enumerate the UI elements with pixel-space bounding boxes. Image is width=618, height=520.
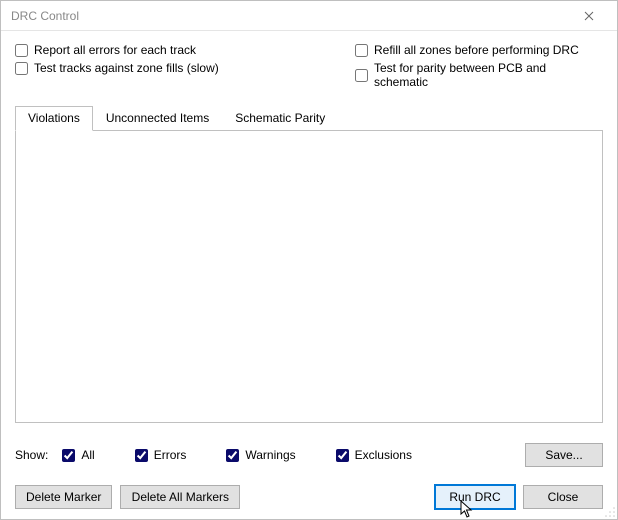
checkbox-label: Test tracks against zone fills (slow) xyxy=(34,61,219,75)
tabstrip: Violations Unconnected Items Schematic P… xyxy=(15,106,603,131)
checkbox-input[interactable] xyxy=(355,44,368,57)
tab-violations[interactable]: Violations xyxy=(15,106,93,131)
checkbox-label: Report all errors for each track xyxy=(34,43,196,57)
options-row: Report all errors for each track Test tr… xyxy=(15,43,603,89)
checkbox-label: Exclusions xyxy=(355,448,412,462)
checkbox-show-all[interactable]: All xyxy=(62,448,94,462)
show-row: Show: All Errors Warnings Exclusions Sav… xyxy=(15,443,603,467)
checkbox-input[interactable] xyxy=(355,69,368,82)
close-icon[interactable] xyxy=(569,2,609,30)
checkbox-refill[interactable]: Refill all zones before performing DRC xyxy=(355,43,603,57)
checkbox-show-warnings[interactable]: Warnings xyxy=(226,448,295,462)
show-label: Show: xyxy=(15,448,48,462)
tab-schematic-parity[interactable]: Schematic Parity xyxy=(222,106,338,131)
checkbox-input[interactable] xyxy=(336,449,349,462)
delete-marker-button[interactable]: Delete Marker xyxy=(15,485,112,509)
checkbox-input[interactable] xyxy=(62,449,75,462)
checkbox-label: Refill all zones before performing DRC xyxy=(374,43,579,57)
checkbox-test-tracks[interactable]: Test tracks against zone fills (slow) xyxy=(15,61,315,75)
checkbox-input[interactable] xyxy=(15,44,28,57)
checkbox-input[interactable] xyxy=(15,62,28,75)
titlebar: DRC Control xyxy=(1,1,617,31)
checkbox-input[interactable] xyxy=(135,449,148,462)
drc-dialog: DRC Control Report all errors for each t… xyxy=(0,0,618,520)
tabs: Violations Unconnected Items Schematic P… xyxy=(15,105,603,423)
checkbox-label: Errors xyxy=(154,448,187,462)
close-button[interactable]: Close xyxy=(523,485,603,509)
checkbox-label: Warnings xyxy=(245,448,295,462)
checkbox-label: Test for parity between PCB and schemati… xyxy=(374,61,603,89)
content-area: Report all errors for each track Test tr… xyxy=(1,31,617,519)
checkbox-parity[interactable]: Test for parity between PCB and schemati… xyxy=(355,61,603,89)
checkbox-report-all[interactable]: Report all errors for each track xyxy=(15,43,315,57)
tab-panel xyxy=(15,130,603,423)
checkbox-input[interactable] xyxy=(226,449,239,462)
window-title: DRC Control xyxy=(11,9,569,23)
checkbox-label: All xyxy=(81,448,94,462)
checkbox-show-exclusions[interactable]: Exclusions xyxy=(336,448,412,462)
run-drc-button[interactable]: Run DRC xyxy=(435,485,515,509)
save-button[interactable]: Save... xyxy=(525,443,603,467)
resize-grip-icon[interactable] xyxy=(604,506,616,518)
button-row: Delete Marker Delete All Markers Run DRC… xyxy=(15,485,603,509)
delete-all-markers-button[interactable]: Delete All Markers xyxy=(120,485,240,509)
checkbox-show-errors[interactable]: Errors xyxy=(135,448,187,462)
tab-unconnected[interactable]: Unconnected Items xyxy=(93,106,222,131)
